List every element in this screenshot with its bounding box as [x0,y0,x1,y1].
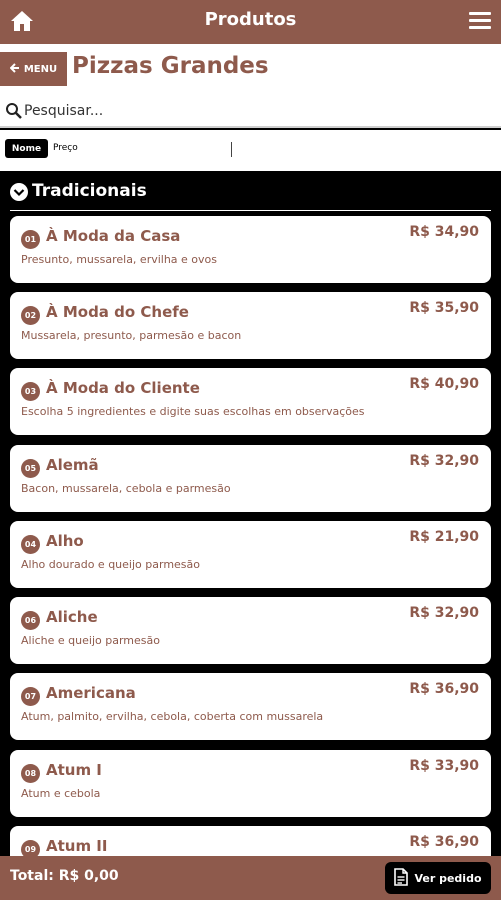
product-description: Atum e cebola [21,787,101,800]
top-bar: Produtos [0,0,501,44]
divider [231,142,232,157]
product-name: Alemã [46,456,99,474]
sort-by-name-button[interactable]: Nome [5,139,48,158]
product-description: Mussarela, presunto, parmesão e bacon [21,329,242,342]
product-price: R$ 33,90 [409,758,479,774]
product-price: R$ 35,90 [409,300,479,316]
product-description: Presunto, mussarela, ervilha e ovos [21,253,218,266]
view-order-button[interactable]: Ver pedido [385,862,491,894]
chevron-down-circle-icon [10,183,28,201]
product-description: Bacon, mussarela, cebola e parmesão [21,482,231,495]
app-title: Produtos [204,9,297,30]
arrow-left-icon [9,62,20,76]
product-card[interactable]: 02 À Moda do Chefe R$ 35,90 Mussarela, p… [10,292,491,359]
product-description: Aliche e queijo parmesão [21,634,160,647]
product-price: R$ 36,90 [409,681,479,697]
order-total: Total: R$ 0,00 [10,868,119,884]
section-title: Tradicionais [32,181,147,201]
bottom-bar: Total: R$ 0,00 Ver pedido [0,856,501,900]
product-card[interactable]: 07 Americana R$ 36,90 Atum, palmito, erv… [10,673,491,740]
document-icon [394,867,409,889]
product-card[interactable]: 08 Atum I R$ 33,90 Atum e cebola [10,750,491,817]
product-card[interactable]: 05 Alemã R$ 32,90 Bacon, mussarela, cebo… [10,445,491,512]
product-price: R$ 32,90 [409,605,479,621]
search-bar [0,95,501,128]
product-description: Alho dourado e queijo parmesão [21,558,200,571]
sort-bar: Nome Preço [0,130,501,171]
search-input[interactable] [24,99,484,123]
product-price: R$ 36,90 [409,834,479,850]
product-number: 03 [21,382,40,401]
product-number: 04 [21,535,40,554]
product-name: Aliche [46,608,98,626]
product-name: À Moda do Cliente [46,379,200,397]
section-header[interactable]: Tradicionais [10,180,491,211]
page-title: Pizzas Grandes [72,53,269,79]
hamburger-menu-icon[interactable] [469,12,491,30]
back-to-menu-button[interactable]: MENU [0,52,67,86]
search-icon [5,102,23,120]
product-number: 07 [21,687,40,706]
product-name: À Moda do Chefe [46,303,189,321]
product-price: R$ 40,90 [409,376,479,392]
product-number: 01 [21,230,40,249]
back-label: MENU [23,63,58,75]
product-number: 08 [21,764,40,783]
product-description: Atum, palmito, ervilha, cebola, coberta … [21,710,324,723]
product-card[interactable]: 01 À Moda da Casa R$ 34,90 Presunto, mus… [10,216,491,283]
product-number: 06 [21,611,40,630]
product-number: 02 [21,306,40,325]
product-number: 05 [21,459,40,478]
product-name: Atum I [46,761,102,779]
product-name: À Moda da Casa [46,227,181,245]
product-card[interactable]: 04 Alho R$ 21,90 Alho dourado e queijo p… [10,521,491,588]
product-price: R$ 32,90 [409,453,479,469]
category-header: MENU Pizzas Grandes [0,44,501,95]
product-price: R$ 21,90 [409,529,479,545]
sort-by-price-button[interactable]: Preço [53,143,78,153]
product-price: R$ 34,90 [409,224,479,240]
product-card[interactable]: 06 Aliche R$ 32,90 Aliche e queijo parme… [10,597,491,664]
product-name: Alho [46,532,84,550]
product-name: Atum II [46,837,108,855]
product-description: Escolha 5 ingredientes e digite suas esc… [21,405,365,418]
view-order-label: Ver pedido [414,871,482,885]
product-name: Americana [46,684,136,702]
product-card[interactable]: 03 À Moda do Cliente R$ 40,90 Escolha 5 … [10,368,491,435]
